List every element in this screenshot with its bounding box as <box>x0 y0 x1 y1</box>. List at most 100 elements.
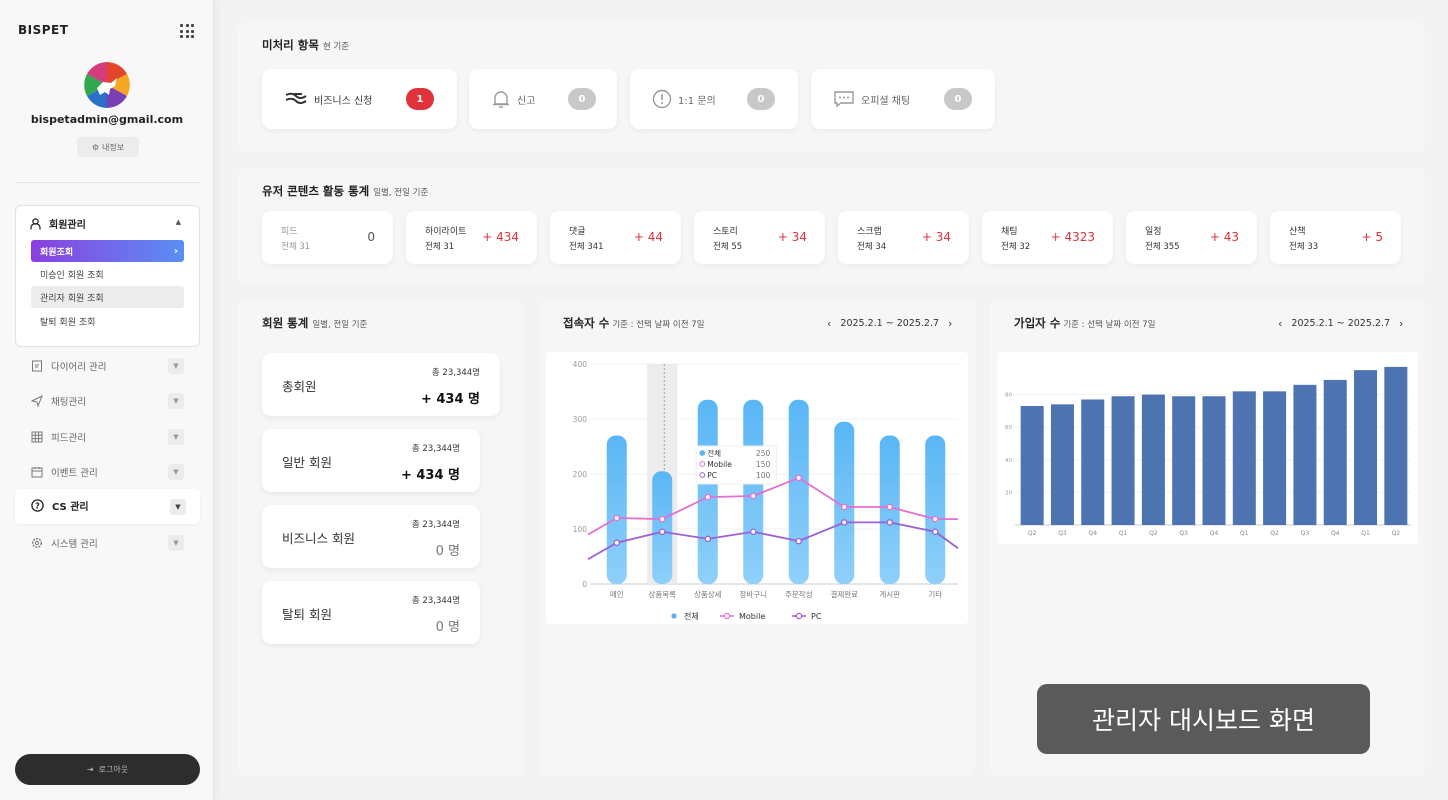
caption-overlay: 관리자 대시보드 화면 <box>1037 684 1370 754</box>
chevron-right-icon[interactable]: › <box>1399 317 1403 330</box>
sidebar-item-member-search[interactable]: 회원조회 › <box>31 240 184 262</box>
x-tick-label: Q2 <box>1392 530 1401 537</box>
content-stat-increase: + 434 <box>482 230 519 244</box>
x-tick-label: 메인 <box>610 589 624 599</box>
content-stats-title-text: 유저 콘텐츠 활동 통계 <box>262 184 370 198</box>
caret-up-icon[interactable]: ▲ <box>176 218 181 226</box>
chevron-left-icon[interactable]: ‹ <box>827 317 831 330</box>
member-card-total[interactable]: 총회원 총 23,344명 + 434 명 <box>262 353 500 416</box>
member-stats-subtitle: 일별, 전일 기준 <box>312 320 368 330</box>
sidebar-item-unapproved[interactable]: 미승인 회원 조회 <box>31 263 184 285</box>
logout-button[interactable]: ⇥ 로그아웃 <box>15 754 200 785</box>
todo-title-text: 미처리 항목 <box>262 38 319 52</box>
y-tick-label: 400 <box>573 360 588 369</box>
sidebar-item-label: 이벤트 관리 <box>51 468 98 479</box>
tooltip-value: 250 <box>756 449 771 458</box>
sidebar-item-chat[interactable]: 채팅관리 ▼ <box>31 391 186 411</box>
line-point <box>931 528 939 535</box>
member-card-business[interactable]: 비즈니스 회원 총 23,344명 0 명 <box>262 505 480 568</box>
y-tick-label: 300 <box>573 415 588 424</box>
my-info-button[interactable]: ⚙ 내정보 <box>77 137 139 157</box>
chevron-down-icon[interactable]: ▼ <box>168 429 184 445</box>
content-stat-card[interactable]: 산책 전체 33 + 5 <box>1270 211 1401 264</box>
sidebar-item-withdrawn[interactable]: 탈퇴 회원 조회 <box>31 310 184 332</box>
todo-report[interactable]: 신고 0 <box>469 69 617 129</box>
line-point <box>840 519 848 526</box>
content-stat-increase: + 34 <box>777 230 807 244</box>
todo-title: 미처리 항목 현 기준 <box>262 37 349 53</box>
member-stats-title: 회원 통계 일별, 전일 기준 <box>262 315 367 331</box>
todo-official-chat[interactable]: 오피셜 채팅 0 <box>811 69 995 129</box>
tooltip-name: Mobile <box>707 460 732 469</box>
content-stat-total: 전체 33 <box>1289 242 1319 252</box>
x-tick-label: Q3 <box>1301 530 1310 537</box>
member-stats-title-text: 회원 통계 <box>262 316 309 330</box>
logout-label: 로그아웃 <box>98 765 129 774</box>
legend-marker <box>671 613 677 619</box>
y-tick-label: 40 <box>1005 458 1012 464</box>
chevron-down-icon[interactable]: ▼ <box>170 499 186 515</box>
chevron-down-icon[interactable]: ▼ <box>168 393 184 409</box>
alert-icon <box>652 89 672 109</box>
x-tick-label: 상품상세 <box>694 589 722 599</box>
content-stat-total: 전체 32 <box>1001 242 1031 252</box>
todo-business-request[interactable]: 비즈니스 신청 1 <box>262 69 457 129</box>
x-tick-label: 결제완료 <box>830 589 858 599</box>
chevron-right-icon[interactable]: › <box>948 317 952 330</box>
x-tick-label: 상품목록 <box>648 589 676 599</box>
todo-count-badge: 0 <box>568 88 596 110</box>
my-info-label: 내정보 <box>102 142 125 152</box>
sidebar-item-admins[interactable]: 관리자 회원 조회 <box>31 286 184 308</box>
chevron-down-icon[interactable]: ▼ <box>168 535 184 551</box>
sidebar-item-feed[interactable]: 피드관리 ▼ <box>31 427 186 447</box>
content-stat-total: 전체 34 <box>857 242 887 252</box>
settings-icon <box>31 537 43 549</box>
member-menu-label: 회원관리 <box>49 220 86 231</box>
bar <box>1202 396 1226 525</box>
content-stat-card[interactable]: 피드 전체 31 0 <box>262 211 393 264</box>
member-card-name: 비즈니스 회원 <box>282 531 355 546</box>
bar <box>1141 394 1165 525</box>
apps-grid-icon[interactable] <box>180 24 194 38</box>
sidebar-item-diary[interactable]: 다이어리 관리 ▼ <box>31 356 186 376</box>
x-tick-label: Q2 <box>1028 530 1037 537</box>
line-point <box>613 539 621 546</box>
tooltip-name: 전체 <box>707 448 721 458</box>
x-tick-label: 주문작성 <box>785 589 813 599</box>
legend-marker <box>795 612 803 620</box>
bar <box>1232 391 1256 525</box>
chevron-down-icon[interactable]: ▼ <box>168 464 184 480</box>
todo-inquiry[interactable]: 1:1 문의 0 <box>630 69 798 129</box>
signups-chart: 20 40 60 80 Q2 Q3 Q4 Q1 Q2 Q3 Q4 Q1 Q2 Q3 Q4 Q1 Q2 <box>1005 366 1411 537</box>
x-tick-label: Q1 <box>1119 530 1128 537</box>
content-stat-total: 전체 341 <box>569 242 604 252</box>
content-stat-card[interactable]: 하이라이트 전체 31 + 434 <box>406 211 537 264</box>
sidebar-item-label: 미승인 회원 조회 <box>40 270 104 281</box>
content-stat-card[interactable]: 일정 전체 355 + 43 <box>1126 211 1257 264</box>
sidebar-item-cs[interactable]: ? CS 관리 ▼ <box>15 489 200 524</box>
chevron-down-icon[interactable]: ▼ <box>168 358 184 374</box>
avatar <box>84 62 130 108</box>
chevron-left-icon[interactable]: ‹ <box>1278 317 1282 330</box>
content-stat-card[interactable]: 스크랩 전체 34 + 34 <box>838 211 969 264</box>
content-stat-name: 피드 <box>281 227 298 237</box>
todo-label: 1:1 문의 <box>678 95 716 107</box>
calendar-icon <box>31 467 43 478</box>
sidebar-item-label: 채팅관리 <box>51 397 86 408</box>
x-tick-label: Q3 <box>1179 530 1188 537</box>
member-card-increase: 0 명 <box>435 544 460 559</box>
app-logo[interactable]: BISPET <box>18 23 68 37</box>
member-card-total: 총 23,344명 <box>411 444 460 454</box>
member-card-regular[interactable]: 일반 회원 총 23,344명 + 434 명 <box>262 429 480 492</box>
sidebar-item-system[interactable]: 시스템 관리 ▼ <box>31 533 186 553</box>
member-card-withdrawn[interactable]: 탈퇴 회원 총 23,344명 0 명 <box>262 581 480 644</box>
member-menu-header[interactable]: 회원관리 <box>30 216 86 231</box>
content-stat-card[interactable]: 스토리 전체 55 + 34 <box>694 211 825 264</box>
content-stat-card[interactable]: 댓글 전체 341 + 44 <box>550 211 681 264</box>
sidebar-item-label: 탈퇴 회원 조회 <box>40 317 96 328</box>
member-card-total: 총 23,344명 <box>411 520 460 530</box>
sidebar-item-event[interactable]: 이벤트 관리 ▼ <box>31 462 186 482</box>
content-stat-card[interactable]: 채팅 전체 32 + 4323 <box>982 211 1113 264</box>
x-tick-label: Q4 <box>1088 530 1097 537</box>
signups-title: 가입자 수 기준 : 선택 날짜 이전 7일 <box>1014 315 1156 331</box>
